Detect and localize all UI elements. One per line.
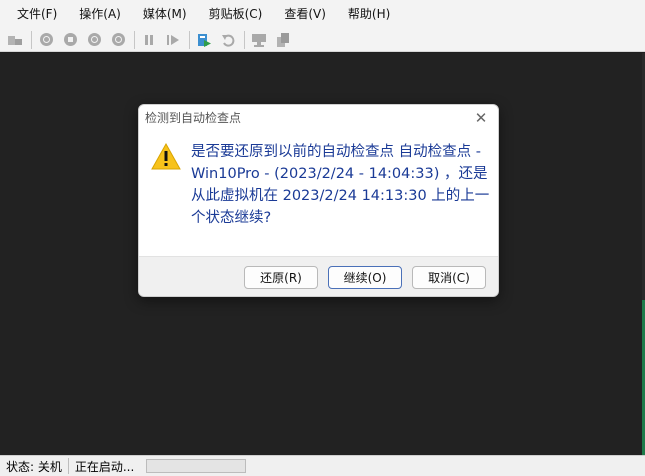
shutdown-icon[interactable] <box>83 30 105 50</box>
warning-icon <box>151 143 181 170</box>
reset-icon[interactable] <box>162 30 184 50</box>
continue-button[interactable]: 继续(O) <box>328 266 402 289</box>
save-icon[interactable] <box>107 30 129 50</box>
start-icon[interactable] <box>35 30 57 50</box>
dialog-title: 检测到自动检查点 <box>145 111 242 125</box>
status-activity: 正在启动... <box>74 459 135 474</box>
share-icon[interactable] <box>272 30 294 50</box>
dialog-message: 是否要还原到以前的自动检查点 自动检查点 - Win10Pro - (2023/… <box>191 144 490 226</box>
toolbar-separator <box>189 30 190 49</box>
menu-action[interactable]: 操作(A) <box>68 3 132 25</box>
dialog-footer: 还原(R) 继续(O) 取消(C) <box>139 256 498 296</box>
menu-media[interactable]: 媒体(M) <box>132 3 198 25</box>
turn-off-icon[interactable] <box>59 30 81 50</box>
toolbar <box>0 28 645 52</box>
toolbar-separator <box>31 30 32 49</box>
enhanced-session-icon[interactable] <box>248 30 270 50</box>
revert-button[interactable]: 还原(R) <box>244 266 318 289</box>
status-bar: 状态: 关机 正在启动... <box>0 455 645 476</box>
menu-view[interactable]: 查看(V) <box>273 3 337 25</box>
revert-icon[interactable] <box>217 30 239 50</box>
settings-icon[interactable] <box>4 30 26 50</box>
menu-bar: 文件(F) 操作(A) 媒体(M) 剪贴板(C) 查看(V) 帮助(H) <box>0 0 645 28</box>
status-progress-bar <box>146 459 247 473</box>
cancel-button[interactable]: 取消(C) <box>412 266 486 289</box>
menu-clipboard[interactable]: 剪贴板(C) <box>198 3 274 25</box>
checkpoint-icon[interactable] <box>193 30 215 50</box>
menu-help[interactable]: 帮助(H) <box>337 3 401 25</box>
checkpoint-dialog: 检测到自动检查点 ✕ 是否要还原到以前的自动检查点 自动检查点 - Win10P… <box>138 104 499 297</box>
toolbar-separator <box>134 30 135 49</box>
toolbar-separator <box>244 30 245 49</box>
status-state: 状态: 关机 <box>6 459 62 474</box>
close-icon[interactable]: ✕ <box>470 108 492 128</box>
menu-file[interactable]: 文件(F) <box>6 3 68 25</box>
pause-icon[interactable] <box>138 30 160 50</box>
